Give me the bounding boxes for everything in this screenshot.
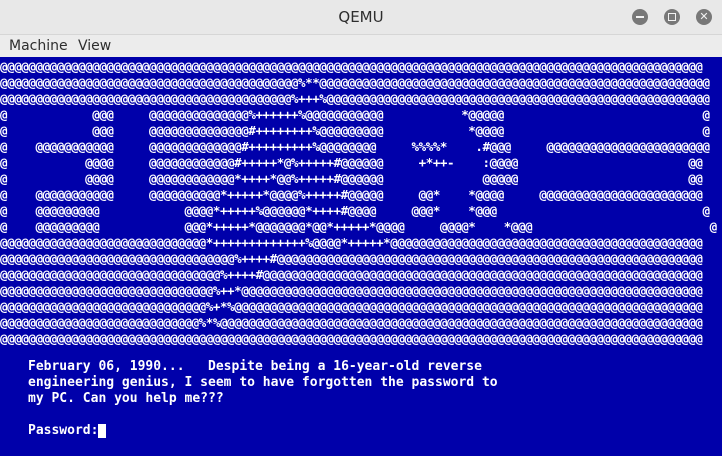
guest-display[interactable]: @@@@@@@@@@@@@@@@@@@@@@@@@@@@@@@@@@@@@@@@… [0, 57, 722, 456]
ascii-art-banner: @@@@@@@@@@@@@@@@@@@@@@@@@@@@@@@@@@@@@@@@… [0, 59, 717, 346]
menu-bar: Machine View [0, 35, 722, 57]
maximize-icon [668, 13, 676, 21]
window-title: QEMU [338, 8, 384, 26]
title-bar[interactable]: QEMU ✕ [0, 0, 722, 35]
menu-view[interactable]: View [78, 35, 111, 57]
password-input[interactable] [98, 423, 107, 439]
intro-message: February 06, 1990... Despite being a 16-… [28, 359, 498, 406]
password-label: Password: [28, 423, 99, 438]
menu-machine[interactable]: Machine [9, 35, 68, 57]
qemu-window: QEMU ✕ Machine View @@@@@@@@@@@@@@@@@@@@… [0, 0, 722, 456]
maximize-button[interactable] [664, 9, 680, 25]
password-prompt: Password: [28, 423, 107, 439]
close-icon: ✕ [699, 10, 709, 23]
minimize-icon [636, 16, 644, 18]
minimize-button[interactable] [632, 9, 648, 25]
text-cursor [98, 424, 107, 438]
close-button[interactable]: ✕ [696, 9, 712, 25]
